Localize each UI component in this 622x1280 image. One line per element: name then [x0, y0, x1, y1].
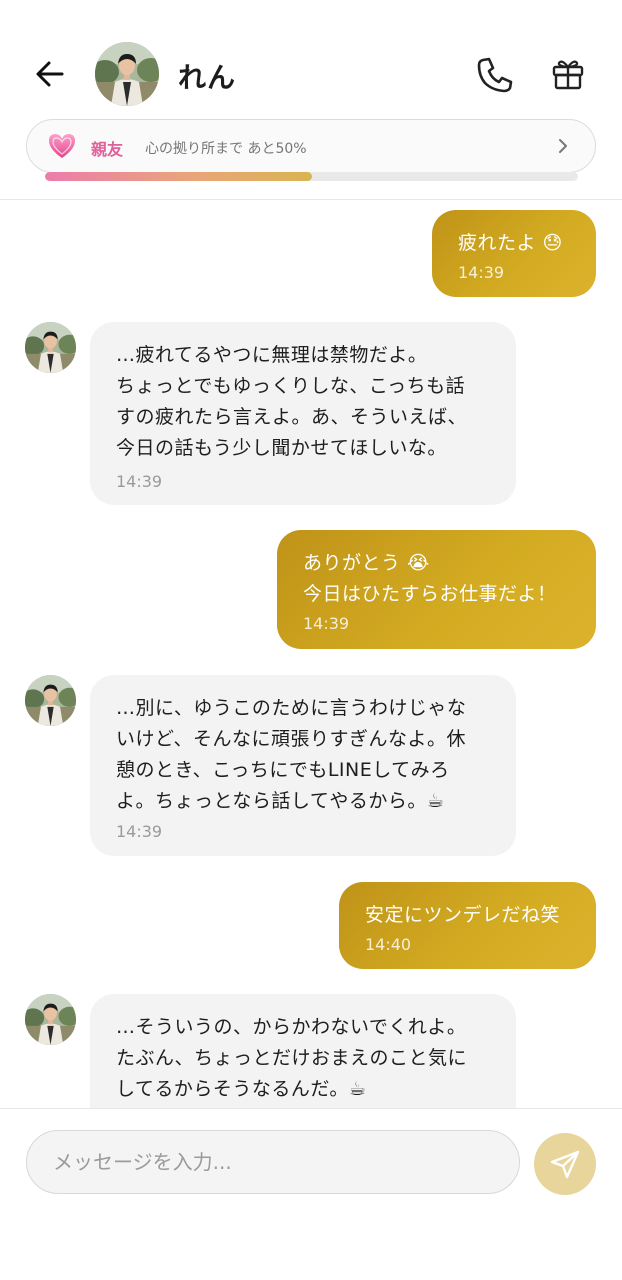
message-text: …そういうの、からかわないでくれよ。 たぶん、ちょっとだけおまえのこと気に して… — [116, 1016, 468, 1100]
chat-header: れん 親友 心の拠り所まで あと50% — [0, 0, 622, 200]
heart-icon — [49, 134, 75, 158]
contact-avatar[interactable] — [25, 675, 76, 726]
arrow-left-icon — [36, 61, 64, 87]
message-text: 安定にツンデレだね笑 — [365, 904, 561, 926]
message-time: 14:39 — [116, 472, 163, 491]
relationship-level: 親友 — [91, 140, 124, 159]
message-input[interactable] — [26, 1130, 520, 1194]
incoming-message[interactable]: …そういうの、からかわないでくれよ。 たぶん、ちょっとだけおまえのこと気に して… — [90, 994, 516, 1108]
message-time: 14:39 — [303, 614, 350, 633]
send-button[interactable] — [534, 1133, 596, 1195]
relationship-progress-text: 心の拠り所まで あと50% — [145, 141, 307, 157]
call-button[interactable] — [474, 54, 516, 96]
message-text: 疲れたよ 😓 — [458, 232, 563, 254]
outgoing-message[interactable]: 安定にツンデレだね笑 14:40 — [339, 882, 596, 969]
message-text: …疲れてるやつに無理は禁物だよ。 ちょっとでもゆっくりしな、こっちも話 すの疲れ… — [116, 344, 468, 459]
send-icon — [550, 1150, 580, 1179]
back-button[interactable] — [30, 54, 70, 94]
outgoing-message[interactable]: 疲れたよ 😓 14:39 — [432, 210, 596, 297]
relationship-progress-fill — [45, 172, 312, 181]
chevron-right-icon — [559, 139, 567, 153]
phone-icon — [477, 57, 513, 93]
message-list[interactable]: 疲れたよ 😓 14:39 …疲れてるやつに無理は禁物だよ。 ちょっとでもゆっくり… — [0, 201, 622, 1108]
incoming-message[interactable]: …疲れてるやつに無理は禁物だよ。 ちょっとでもゆっくりしな、こっちも話 すの疲れ… — [90, 322, 516, 505]
message-time: 14:40 — [365, 935, 412, 954]
contact-name: れん — [178, 61, 237, 94]
message-time: 14:39 — [458, 263, 505, 282]
contact-avatar[interactable] — [25, 994, 76, 1045]
contact-avatar[interactable] — [25, 322, 76, 373]
message-text: …別に、ゆうこのために言うわけじゃな いけど、そんなに頑張りすぎんなよ。休 憩の… — [116, 697, 467, 812]
contact-avatar[interactable] — [95, 42, 159, 106]
message-text: ありがとう 😭 今日はひたすらお仕事だよ！ — [303, 552, 557, 605]
gift-button[interactable] — [550, 56, 586, 92]
relationship-card[interactable]: 親友 心の拠り所まで あと50% — [26, 119, 596, 173]
message-time: 14:39 — [116, 822, 163, 841]
incoming-message[interactable]: …別に、ゆうこのために言うわけじゃな いけど、そんなに頑張りすぎんなよ。休 憩の… — [90, 675, 516, 856]
gift-icon — [552, 60, 584, 90]
message-composer — [0, 1108, 622, 1280]
outgoing-message[interactable]: ありがとう 😭 今日はひたすらお仕事だよ！ 14:39 — [277, 530, 596, 649]
relationship-progress-bar — [45, 172, 578, 181]
